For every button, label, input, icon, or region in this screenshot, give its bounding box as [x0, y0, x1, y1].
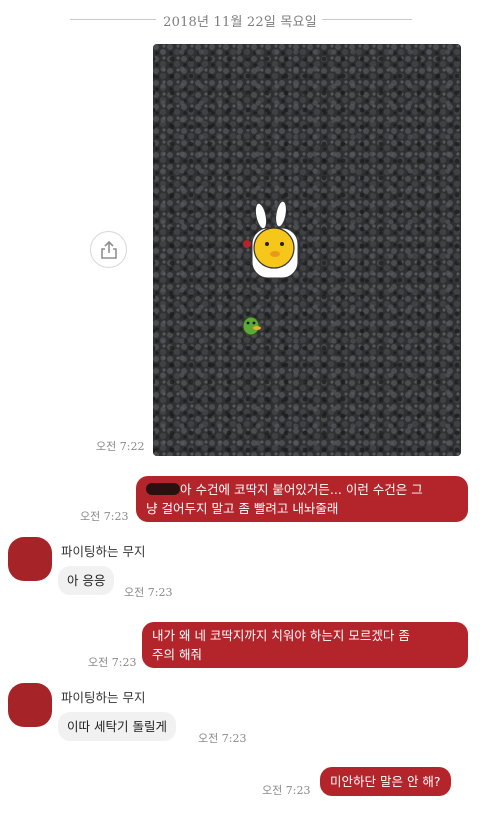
outgoing-message-bubble[interactable]: 미안하단 말은 안 해? — [320, 767, 451, 796]
message-time: 오전 7:23 — [262, 784, 311, 797]
incoming-message-bubble[interactable]: 아 응응 — [58, 566, 115, 595]
message-time: 오전 7:23 — [88, 656, 137, 669]
photo-message[interactable] — [153, 44, 461, 456]
sender-name: 파이팅하는 무지 — [61, 544, 146, 559]
incoming-message-bubble[interactable]: 이따 세탁기 돌릴게 — [58, 712, 176, 741]
message-time: 오전 7:23 — [198, 732, 247, 745]
message-time: 오전 7:23 — [124, 586, 173, 599]
date-label: 2018년 11월 22일 목요일 — [163, 15, 317, 30]
avatar[interactable] — [8, 537, 52, 581]
outgoing-message-bubble[interactable]: 아 수건에 코딱지 붙어있거든... 이런 수건은 그 냥 걸어두지 말고 좀 … — [136, 476, 468, 522]
censored-name — [146, 483, 180, 495]
towel-photo — [153, 44, 461, 456]
date-divider: 2018년 11월 22일 목요일 — [0, 10, 480, 30]
message-time: 오전 7:23 — [80, 510, 129, 523]
outgoing-message-bubble[interactable]: 내가 왜 네 코딱지까지 치워야 하는지 모르겠다 좀 주의 해줘 — [142, 622, 468, 668]
message-text-line: 주의 해줘 — [152, 647, 202, 662]
sender-name: 파이팅하는 무지 — [61, 690, 146, 705]
message-text-line: 냥 걸어두지 말고 좀 빨려고 내놔줄래 — [146, 501, 339, 516]
message-text-line: 아 수건에 코딱지 붙어있거든... 이런 수건은 그 — [146, 480, 458, 499]
divider-line-right — [322, 19, 412, 20]
share-icon — [101, 240, 117, 259]
message-time: 오전 7:22 — [96, 440, 145, 453]
divider-line-left — [70, 19, 156, 20]
message-text-line: 내가 왜 네 코딱지까지 치워야 하는지 모르겠다 좀 — [152, 628, 410, 643]
avatar[interactable] — [8, 683, 52, 727]
share-button[interactable] — [90, 231, 127, 268]
